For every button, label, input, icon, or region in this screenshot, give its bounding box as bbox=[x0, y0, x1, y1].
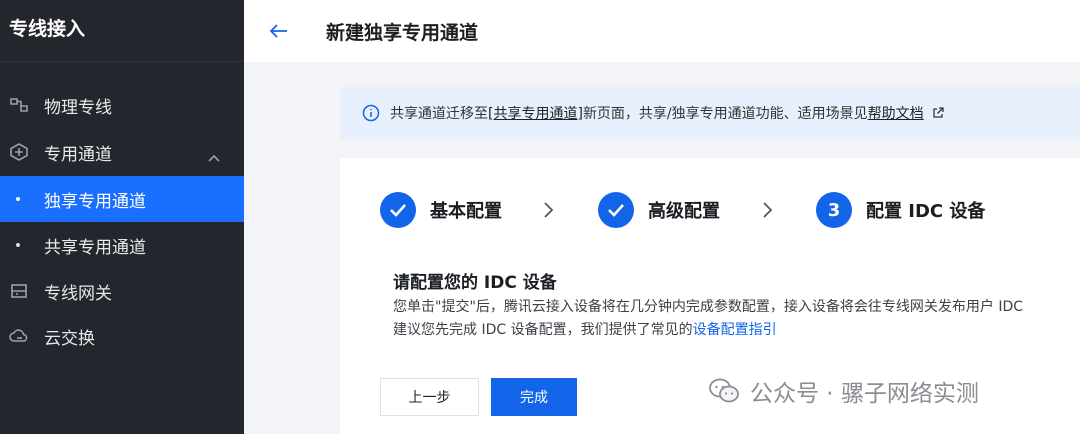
finish-button[interactable]: 完成 bbox=[491, 378, 577, 416]
step-idc-config: 3 配置 IDC 设备 bbox=[816, 192, 985, 228]
sidebar-item-dedicated-tunnel[interactable]: 专用通道 bbox=[0, 129, 244, 175]
device-guide-link[interactable]: 设备配置指引 bbox=[693, 322, 777, 338]
sidebar: 专线接入 物理专线 专用通道 独享专用通道 共享专用通道 专线网关 云交换 bbox=[0, 0, 244, 434]
step-number: 3 bbox=[816, 192, 852, 228]
sidebar-item-label: 独享专用通道 bbox=[44, 191, 146, 212]
step-advanced-config: 高级配置 bbox=[598, 192, 720, 228]
wechat-logo-icon bbox=[709, 378, 739, 403]
bullet-dot-icon bbox=[16, 197, 20, 201]
description-text: 建议您先完成 IDC 设备配置，我们提供了常见的 bbox=[393, 322, 693, 338]
sidebar-item-label: 云交换 bbox=[44, 328, 95, 349]
gateway-icon bbox=[9, 281, 29, 301]
dedicated-tunnel-icon bbox=[9, 142, 29, 162]
notice-text: 新页面，共享/独享专用通道功能、适用场景见 bbox=[582, 106, 868, 122]
sidebar-item-label: 专用通道 bbox=[44, 144, 112, 165]
chevron-right-icon bbox=[543, 202, 554, 222]
prev-step-button[interactable]: 上一步 bbox=[380, 378, 479, 416]
section-description: 建议您先完成 IDC 设备配置，我们提供了常见的设备配置指引 bbox=[393, 319, 777, 339]
section-title: 请配置您的 IDC 设备 bbox=[393, 273, 557, 293]
sidebar-item-gateway[interactable]: 专线网关 bbox=[0, 268, 244, 314]
sidebar-item-cloud-exchange[interactable]: 云交换 bbox=[0, 313, 244, 359]
step-basic-config: 基本配置 bbox=[380, 192, 502, 228]
bullet-dot-icon bbox=[16, 243, 20, 247]
check-icon bbox=[598, 192, 634, 228]
info-notice: 共享通道迁移至 [共享专用通道] 新页面，共享/独享专用通道功能、适用场景见 帮… bbox=[340, 87, 1080, 139]
sidebar-item-shared-tunnel[interactable]: 共享专用通道 bbox=[0, 222, 244, 268]
chevron-right-icon bbox=[762, 202, 773, 222]
back-arrow-icon[interactable] bbox=[268, 20, 290, 42]
notice-text: 共享通道迁移至 bbox=[390, 106, 488, 122]
step-label: 基本配置 bbox=[430, 201, 502, 222]
check-icon bbox=[380, 192, 416, 228]
step-label: 高级配置 bbox=[648, 201, 720, 222]
shared-tunnel-link[interactable]: [共享专用通道] bbox=[488, 103, 583, 123]
help-doc-link[interactable]: 帮助文档 bbox=[868, 103, 924, 123]
chevron-up-icon[interactable] bbox=[208, 147, 220, 167]
sidebar-item-label: 共享专用通道 bbox=[44, 237, 146, 258]
page-title: 新建独享专用通道 bbox=[326, 21, 479, 44]
page-header: 新建独享专用通道 bbox=[244, 0, 1080, 62]
sidebar-item-label: 专线网关 bbox=[44, 283, 112, 304]
section-description: 您单击"提交"后，腾讯云接入设备将在几分钟内完成参数配置，接入设备将会往专线网关… bbox=[393, 299, 1024, 315]
sidebar-item-label: 物理专线 bbox=[44, 97, 112, 118]
sidebar-item-exclusive-tunnel[interactable]: 独享专用通道 bbox=[0, 176, 244, 222]
watermark: 公众号 · 骡子网络实测 bbox=[708, 372, 979, 410]
physical-line-icon bbox=[9, 95, 29, 115]
external-link-icon[interactable] bbox=[932, 107, 944, 119]
sidebar-title: 专线接入 bbox=[0, 0, 244, 62]
info-icon bbox=[362, 104, 380, 122]
watermark-text: 公众号 · 骡子网络实测 bbox=[750, 381, 979, 407]
sidebar-item-physical-line[interactable]: 物理专线 bbox=[0, 82, 244, 128]
step-label: 配置 IDC 设备 bbox=[866, 201, 986, 222]
cloud-exchange-icon bbox=[9, 326, 29, 346]
